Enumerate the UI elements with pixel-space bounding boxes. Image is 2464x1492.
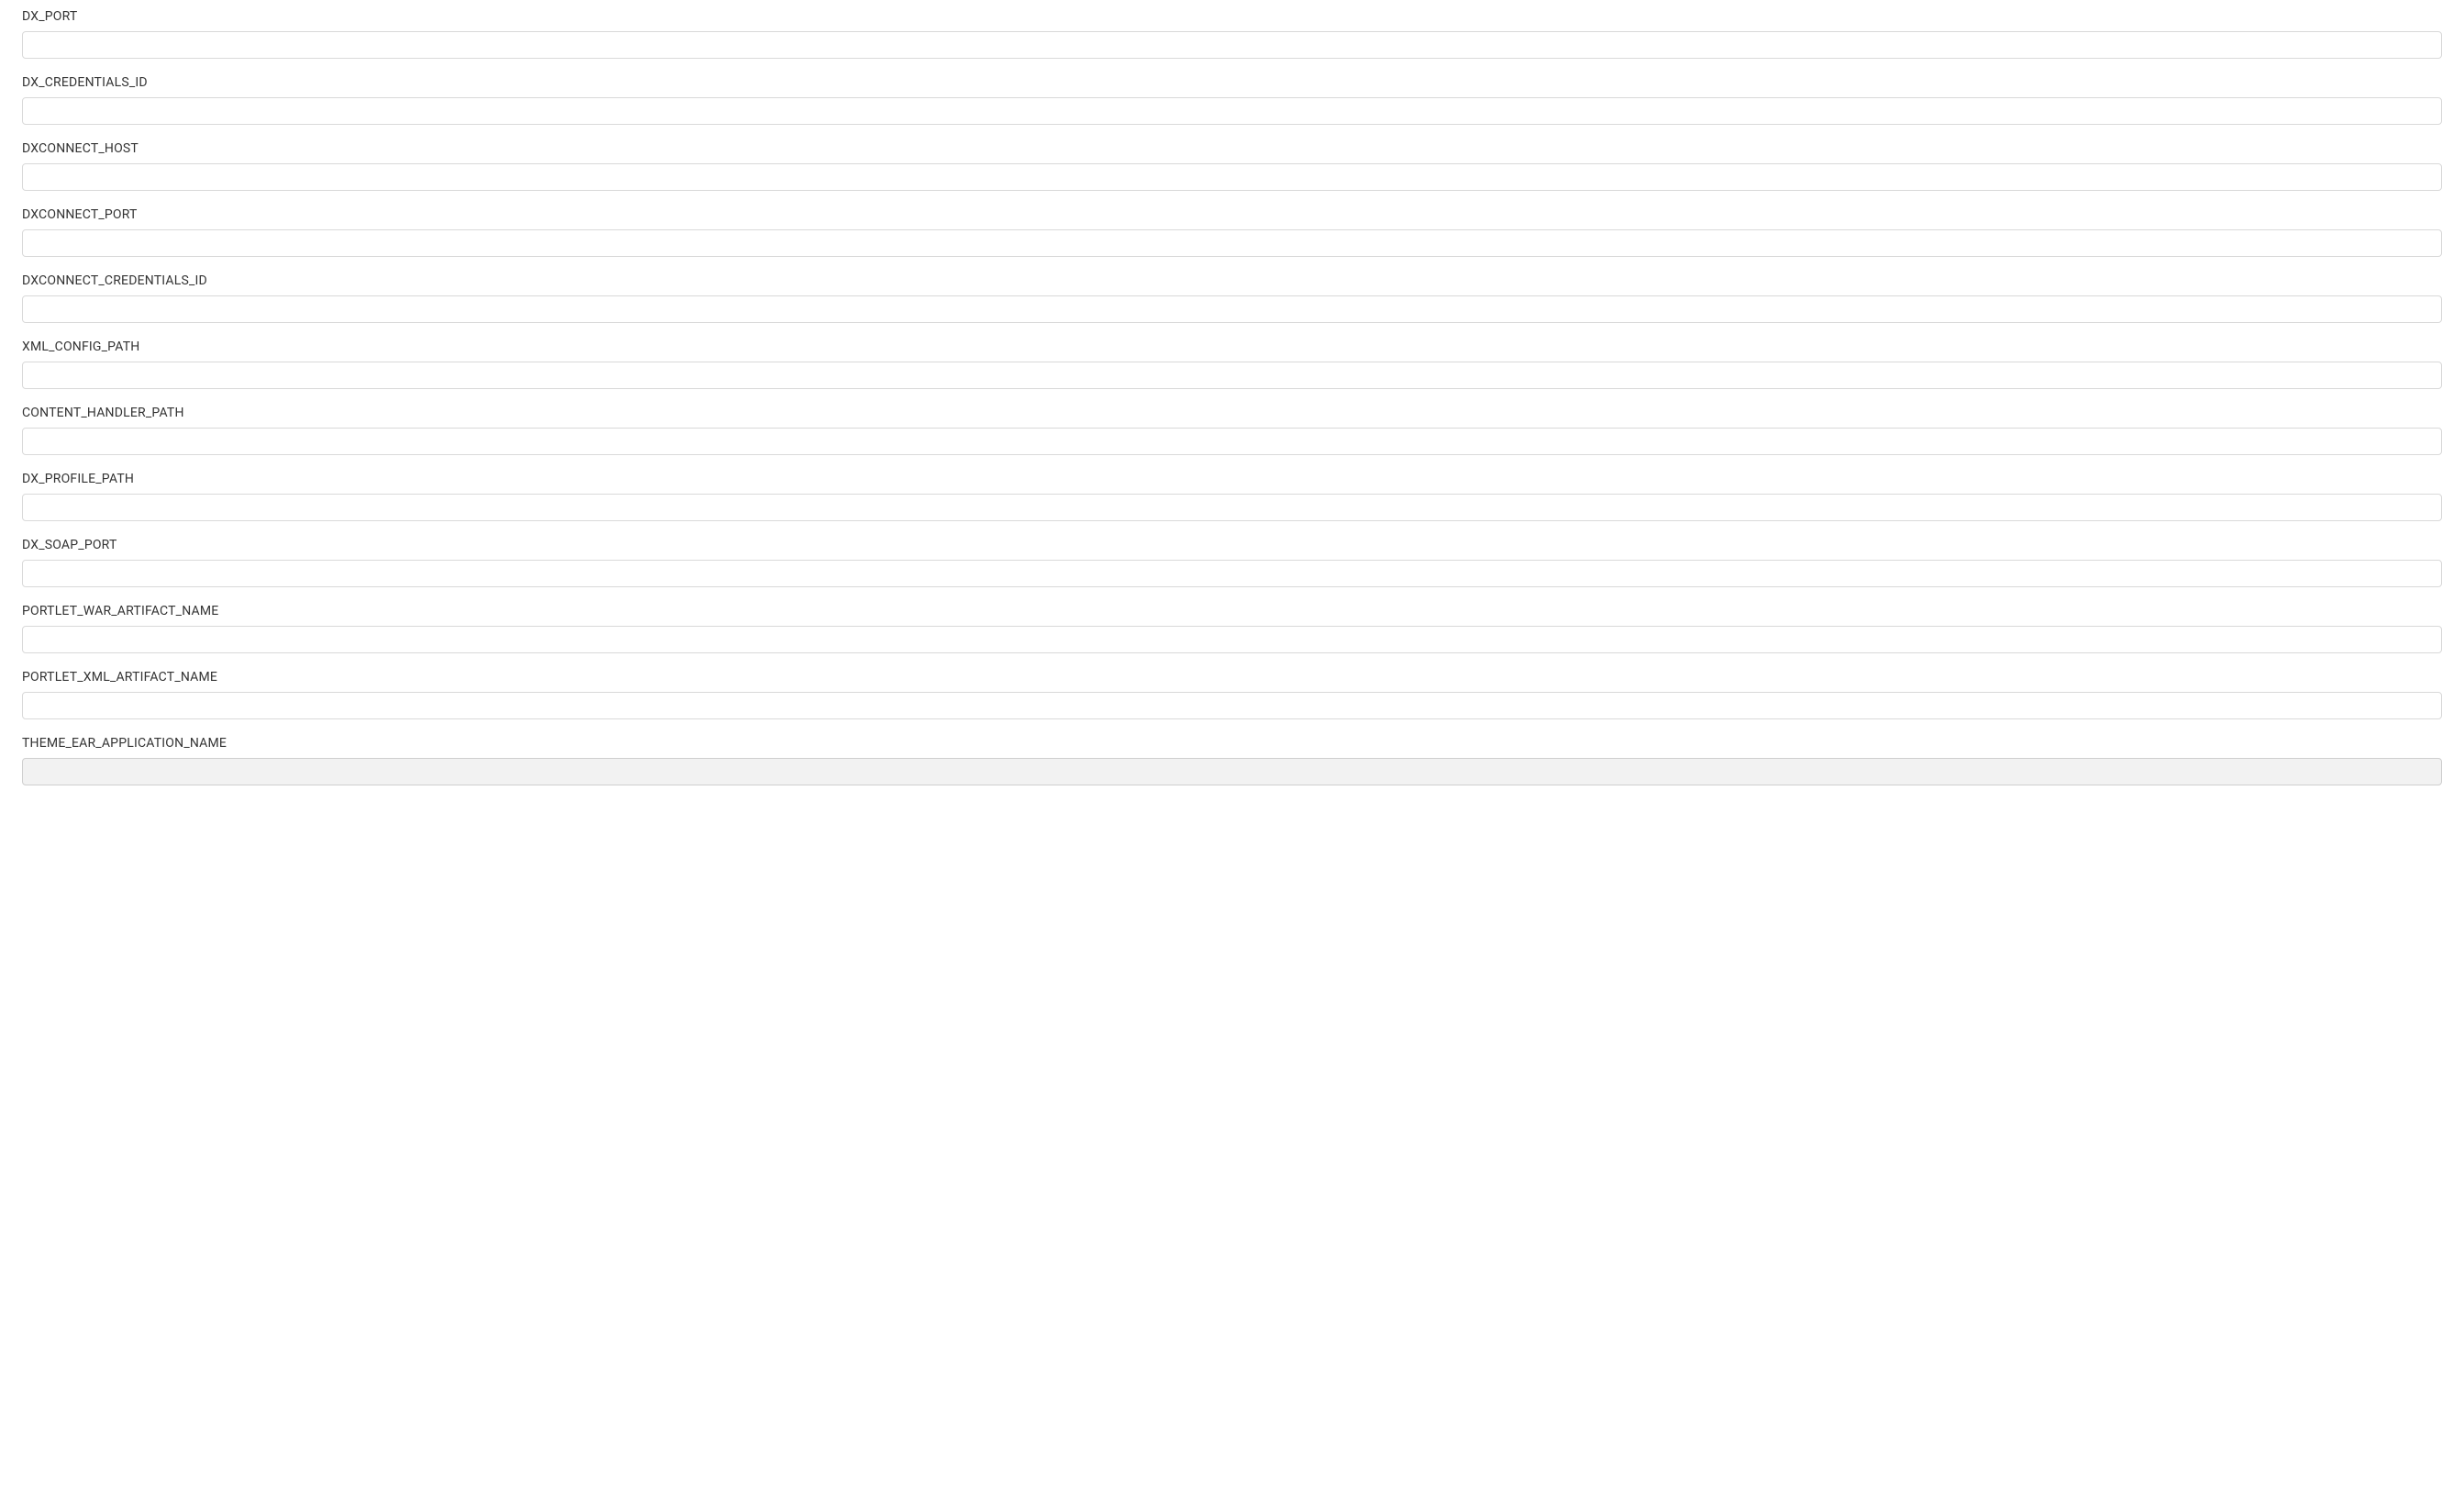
form-group: DXCONNECT_PORT [22,207,2442,257]
dxconnect-port-input[interactable] [22,229,2442,257]
form-group: DX_SOAP_PORT [22,538,2442,587]
xml-config-path-label: XML_CONFIG_PATH [22,340,2442,354]
form-group: DX_PORT [22,9,2442,59]
dx-port-label: DX_PORT [22,9,2442,24]
form-group: DX_CREDENTIALS_ID [22,75,2442,125]
dx-profile-path-input[interactable] [22,494,2442,521]
form-group: CONTENT_HANDLER_PATH [22,406,2442,455]
config-form: DX_PORT DX_CREDENTIALS_ID DXCONNECT_HOST… [22,9,2442,785]
portlet-xml-artifact-name-input[interactable] [22,692,2442,719]
xml-config-path-input[interactable] [22,362,2442,389]
dx-profile-path-label: DX_PROFILE_PATH [22,472,2442,486]
form-group: THEME_EAR_APPLICATION_NAME [22,736,2442,785]
theme-ear-application-name-input[interactable] [22,758,2442,785]
dx-soap-port-input[interactable] [22,560,2442,587]
dx-soap-port-label: DX_SOAP_PORT [22,538,2442,552]
portlet-war-artifact-name-label: PORTLET_WAR_ARTIFACT_NAME [22,604,2442,618]
dxconnect-credentials-id-input[interactable] [22,295,2442,323]
theme-ear-application-name-label: THEME_EAR_APPLICATION_NAME [22,736,2442,751]
dx-credentials-id-input[interactable] [22,97,2442,125]
form-group: DXCONNECT_CREDENTIALS_ID [22,273,2442,323]
dxconnect-port-label: DXCONNECT_PORT [22,207,2442,222]
dxconnect-credentials-id-label: DXCONNECT_CREDENTIALS_ID [22,273,2442,288]
dxconnect-host-label: DXCONNECT_HOST [22,141,2442,156]
form-group: PORTLET_XML_ARTIFACT_NAME [22,670,2442,719]
dx-credentials-id-label: DX_CREDENTIALS_ID [22,75,2442,90]
form-group: DXCONNECT_HOST [22,141,2442,191]
form-group: PORTLET_WAR_ARTIFACT_NAME [22,604,2442,653]
dx-port-input[interactable] [22,31,2442,59]
dxconnect-host-input[interactable] [22,163,2442,191]
form-group: DX_PROFILE_PATH [22,472,2442,521]
content-handler-path-label: CONTENT_HANDLER_PATH [22,406,2442,420]
content-handler-path-input[interactable] [22,428,2442,455]
portlet-war-artifact-name-input[interactable] [22,626,2442,653]
portlet-xml-artifact-name-label: PORTLET_XML_ARTIFACT_NAME [22,670,2442,685]
form-group: XML_CONFIG_PATH [22,340,2442,389]
